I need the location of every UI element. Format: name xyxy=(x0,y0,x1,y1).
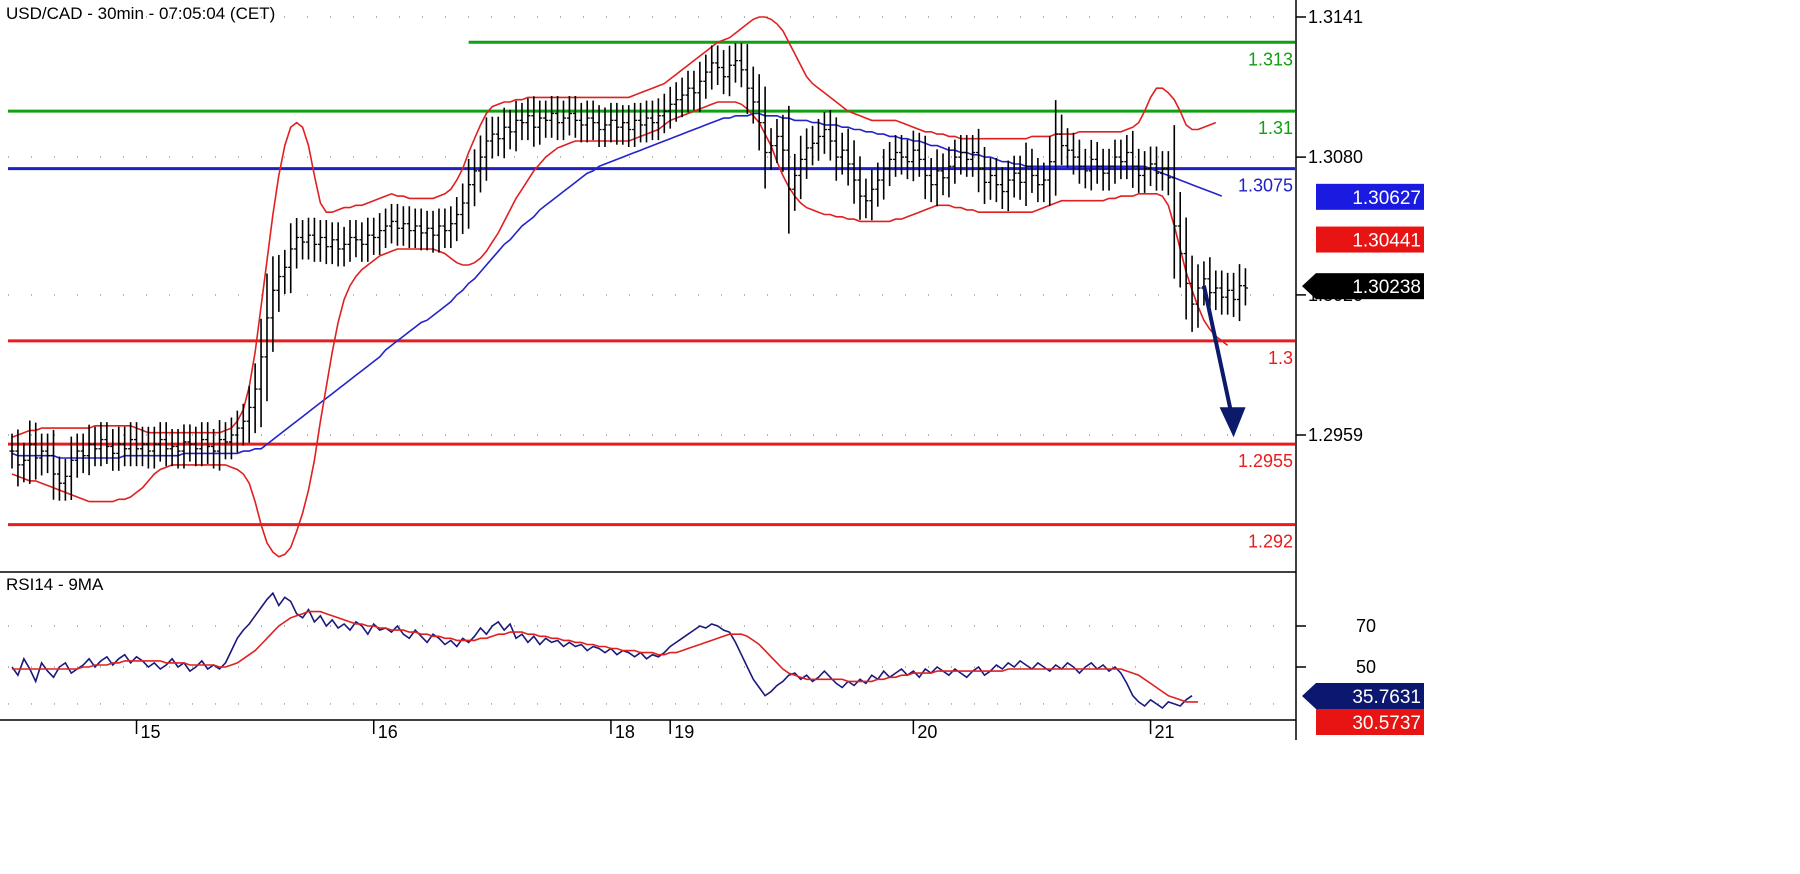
rsi-title: RSI14 - 9MA xyxy=(6,575,104,594)
time-tick-label: 19 xyxy=(674,722,694,742)
rsi-line xyxy=(11,591,1193,710)
level-label: 1.3 xyxy=(1268,348,1293,368)
price-tick-label: 1.2959 xyxy=(1308,425,1363,445)
level-label: 1.2955 xyxy=(1238,451,1293,471)
rsi-ma-line xyxy=(12,610,1198,703)
chart-title: USD/CAD - 30min - 07:05:04 (CET) xyxy=(6,4,275,23)
rsi-badge-label: 30.5737 xyxy=(1352,713,1421,734)
time-tick-label: 20 xyxy=(917,722,937,742)
price-tick-label: 1.3141 xyxy=(1308,7,1363,27)
level-label: 1.292 xyxy=(1248,532,1293,552)
time-tick-label: 15 xyxy=(141,722,161,742)
price-badge-label: 1.30441 xyxy=(1352,231,1421,252)
ma-blue-line xyxy=(11,112,1222,459)
bollinger-upper-line xyxy=(11,16,1217,439)
rsi-tick-label: 70 xyxy=(1356,616,1376,636)
rsi-tick-label: 50 xyxy=(1356,657,1376,677)
chart-window: 1.313 1.31 1.3075 1.3 1.2955 1.292 1.3141 1.30… xyxy=(0,0,1800,874)
time-tick-label: 18 xyxy=(615,722,635,742)
rsi-badge-label: 35.7631 xyxy=(1352,687,1421,708)
price-tick-label: 1.3080 xyxy=(1308,147,1363,167)
time-tick-label: 16 xyxy=(378,722,398,742)
time-tick-label: 21 xyxy=(1155,722,1175,742)
level-label: 1.3075 xyxy=(1238,176,1293,196)
price-badge-label: 1.30627 xyxy=(1352,188,1421,209)
level-label: 1.31 xyxy=(1258,118,1293,138)
rsi-badge-pointer xyxy=(1302,683,1316,709)
bollinger-lower-line xyxy=(11,101,1229,558)
level-label: 1.313 xyxy=(1248,49,1293,69)
usdcad-chart: 1.313 1.31 1.3075 1.3 1.2955 1.292 1.3141 1.30… xyxy=(0,0,1424,742)
price-badge-label: 1.30238 xyxy=(1352,277,1421,298)
forecast-arrow-head xyxy=(1219,407,1246,438)
